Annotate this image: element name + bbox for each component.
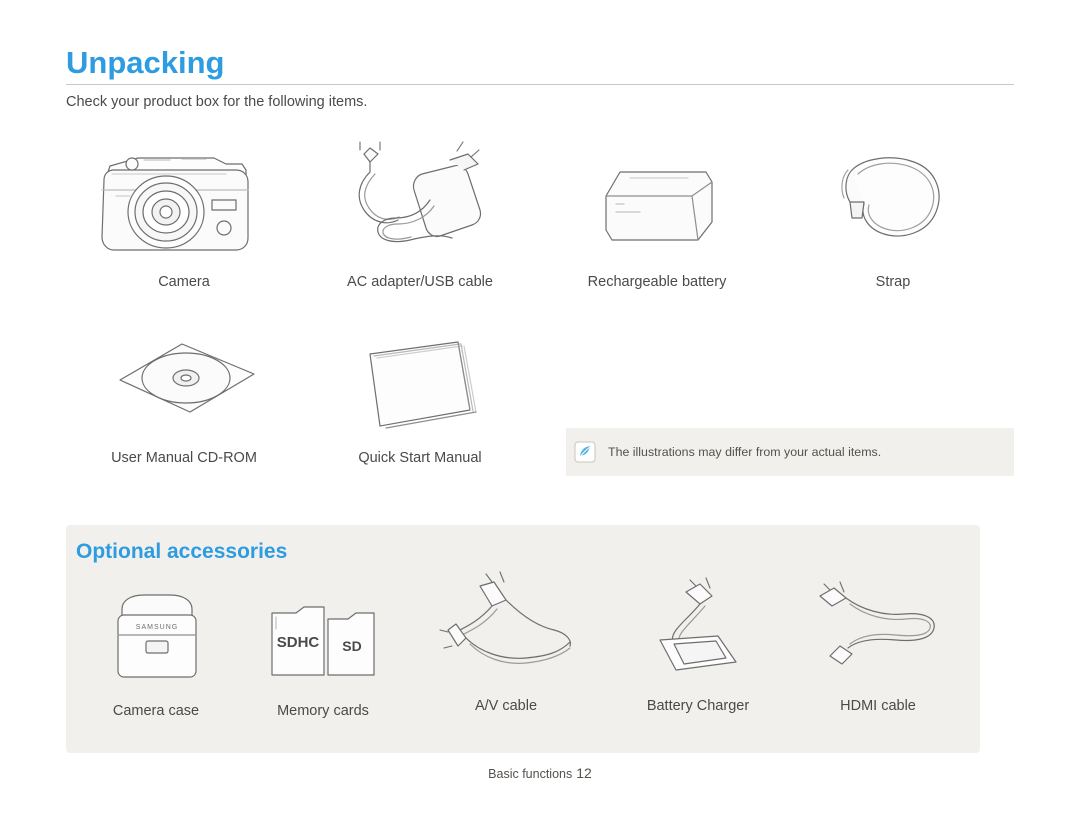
hdmi-cable-illustration bbox=[800, 570, 956, 695]
svg-text:SAMSUNG: SAMSUNG bbox=[136, 624, 178, 631]
battery-illustration bbox=[580, 140, 734, 265]
ac-adapter-usb-cable-illustration bbox=[330, 140, 510, 265]
box-item-ac-adapter-label: AC adapter/USB cable bbox=[347, 274, 493, 290]
svg-text:SDHC: SDHC bbox=[277, 634, 320, 651]
note-icon bbox=[566, 441, 604, 463]
box-item-strap: Strap bbox=[818, 140, 968, 300]
optional-item-camera-case-label: Camera case bbox=[112, 703, 200, 719]
box-item-quick-start: Quick Start Manual bbox=[330, 330, 510, 480]
optional-item-battery-charger: Battery Charger bbox=[620, 570, 776, 735]
optional-item-camera-case: SAMSUNG Camera case bbox=[86, 585, 226, 735]
box-item-ac-adapter: AC adapter/USB cable bbox=[330, 140, 510, 300]
svg-text:SD: SD bbox=[342, 638, 361, 654]
footer-label: Basic functions bbox=[488, 767, 573, 781]
title-divider bbox=[66, 84, 1014, 85]
page-subtitle: Check your product box for the following… bbox=[66, 94, 368, 110]
camera-illustration bbox=[86, 140, 282, 265]
av-cable-illustration bbox=[418, 570, 594, 695]
box-item-camera-label: Camera bbox=[158, 274, 210, 290]
footer-page-number: 12 bbox=[576, 765, 592, 781]
optional-item-memory-cards: SDHC SD Memory cards bbox=[252, 585, 394, 735]
footer: Basic functions 12 bbox=[0, 765, 1080, 781]
box-item-battery: Rechargeable battery bbox=[580, 140, 734, 300]
note-box: The illustrations may differ from your a… bbox=[566, 428, 1014, 476]
box-item-camera: Camera bbox=[86, 140, 282, 300]
cd-rom-illustration bbox=[86, 330, 282, 440]
battery-charger-illustration bbox=[620, 570, 776, 695]
optional-item-hdmi-cable-label: HDMI cable bbox=[840, 698, 916, 714]
box-item-strap-label: Strap bbox=[875, 274, 911, 290]
optional-item-hdmi-cable: HDMI cable bbox=[800, 570, 956, 735]
box-item-quick-start-label: Quick Start Manual bbox=[358, 450, 482, 466]
box-item-cdrom-label: User Manual CD-ROM bbox=[111, 450, 257, 466]
optional-item-av-cable: A/V cable bbox=[418, 570, 594, 735]
strap-illustration bbox=[818, 140, 968, 265]
camera-case-illustration: SAMSUNG bbox=[86, 585, 226, 695]
box-item-battery-label: Rechargeable battery bbox=[587, 274, 727, 290]
quick-start-manual-illustration bbox=[330, 330, 510, 440]
optional-item-memory-cards-label: Memory cards bbox=[277, 703, 369, 719]
memory-cards-illustration: SDHC SD bbox=[252, 585, 394, 695]
optional-item-battery-charger-label: Battery Charger bbox=[646, 698, 750, 714]
optional-accessories-heading: Optional accessories bbox=[76, 540, 288, 563]
note-text: The illustrations may differ from your a… bbox=[608, 445, 882, 459]
page-title: Unpacking bbox=[66, 45, 225, 80]
document-page: Unpacking Check your product box for the… bbox=[0, 0, 1080, 815]
box-item-cdrom: User Manual CD-ROM bbox=[86, 330, 282, 480]
optional-item-av-cable-label: A/V cable bbox=[474, 698, 538, 714]
